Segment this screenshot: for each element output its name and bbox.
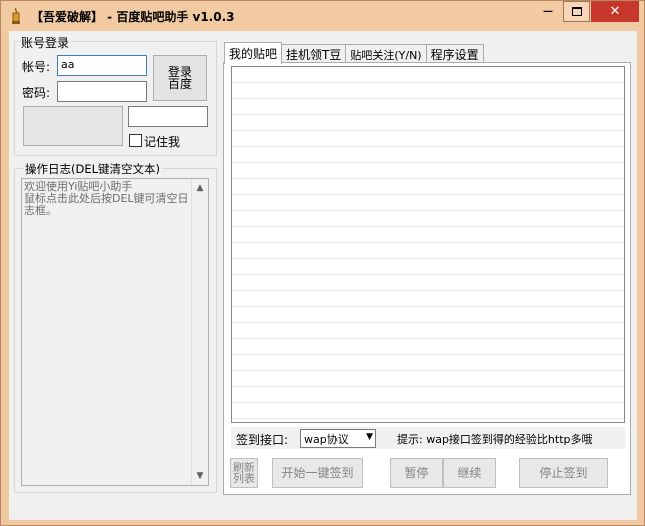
maximize-button[interactable]	[563, 1, 590, 22]
minimize-button[interactable]: —	[534, 1, 562, 22]
password-input[interactable]	[57, 81, 147, 102]
one-click-signin-button[interactable]: 开始一键签到	[272, 458, 363, 488]
tab-follow[interactable]: 贴吧关注(Y/N)	[345, 44, 427, 64]
tab-label: 贴吧关注(Y/N)	[350, 48, 422, 62]
account-input[interactable]: aa	[57, 55, 147, 76]
app-logo-icon	[12, 7, 20, 24]
pause-button[interactable]: 暂停	[390, 458, 443, 488]
tab-panel-my-tieba: 签到接口: wap协议 ▼ 提示: wap接口签到得的经验比http多哦 刷新 …	[223, 62, 631, 495]
stop-signin-label: 停止签到	[539, 466, 588, 480]
minimize-icon: —	[543, 6, 553, 17]
login-baidu-label: 登录 百度	[167, 65, 192, 91]
resume-label: 继续	[457, 466, 482, 480]
password-label: 密码:	[22, 86, 51, 100]
close-icon: ✕	[609, 4, 621, 19]
refresh-list-label: 刷新 列表	[233, 461, 255, 485]
maximize-icon	[571, 7, 582, 16]
captcha-input[interactable]	[128, 106, 208, 127]
one-click-signin-label: 开始一键签到	[281, 466, 354, 480]
tab-label: 程序设置	[430, 48, 479, 62]
tab-settings[interactable]: 程序设置	[425, 44, 484, 64]
stop-signin-button[interactable]: 停止签到	[519, 458, 608, 488]
log-textarea[interactable]: 欢迎使用Yi贴吧小助手 鼠标点击此处后按DEL键可清空日志框。 ▲ ▼	[21, 178, 209, 486]
interface-select-value: wap协议	[304, 433, 349, 446]
close-button[interactable]: ✕	[591, 1, 639, 22]
tieba-list[interactable]	[231, 66, 625, 423]
tab-idle-tdou[interactable]: 挂机领T豆	[281, 44, 347, 64]
log-group-title: 操作日志(DEL键清空文本)	[23, 161, 163, 177]
client-area: 账号登录 帐号: aa 密码: 登录 百度 记住我 操作日志(DEL键清空文本)…	[9, 31, 637, 520]
tab-label: 我的贴吧	[229, 47, 278, 61]
pause-label: 暂停	[404, 466, 429, 480]
login-group-title: 账号登录	[19, 34, 72, 51]
remember-label[interactable]: 记住我	[144, 133, 180, 150]
tab-label: 挂机领T豆	[286, 48, 342, 62]
interface-select[interactable]: wap协议 ▼	[300, 429, 376, 448]
title-bar[interactable]: 【吾爱破解】 - 百度贴吧助手 v1.0.3 — ✕	[1, 1, 644, 31]
log-text: 欢迎使用Yi贴吧小助手 鼠标点击此处后按DEL键可清空日志框。	[24, 180, 189, 217]
scroll-down-icon[interactable]: ▼	[195, 471, 205, 481]
scroll-up-icon[interactable]: ▲	[195, 183, 205, 193]
tab-strip: 我的贴吧 挂机领T豆 贴吧关注(Y/N) 程序设置	[224, 42, 484, 64]
log-scrollbar[interactable]: ▲ ▼	[191, 179, 208, 485]
login-baidu-button[interactable]: 登录 百度	[153, 55, 207, 101]
chevron-down-icon: ▼	[366, 432, 373, 442]
interface-label: 签到接口:	[236, 433, 289, 447]
account-label: 帐号:	[22, 60, 51, 74]
remember-checkbox[interactable]	[129, 134, 142, 147]
signin-options-bar: 签到接口: wap协议 ▼ 提示: wap接口签到得的经验比http多哦	[231, 427, 625, 449]
tab-my-tieba[interactable]: 我的贴吧	[224, 42, 283, 64]
refresh-list-button[interactable]: 刷新 列表	[230, 458, 258, 488]
hint-text: 提示: wap接口签到得的经验比http多哦	[397, 433, 593, 446]
resume-button[interactable]: 继续	[443, 458, 496, 488]
window-title: 【吾爱破解】 - 百度贴吧助手 v1.0.3	[31, 10, 235, 24]
captcha-image[interactable]	[23, 106, 123, 146]
app-window: 【吾爱破解】 - 百度贴吧助手 v1.0.3 — ✕ 账号登录 帐号: aa 密…	[0, 0, 645, 526]
